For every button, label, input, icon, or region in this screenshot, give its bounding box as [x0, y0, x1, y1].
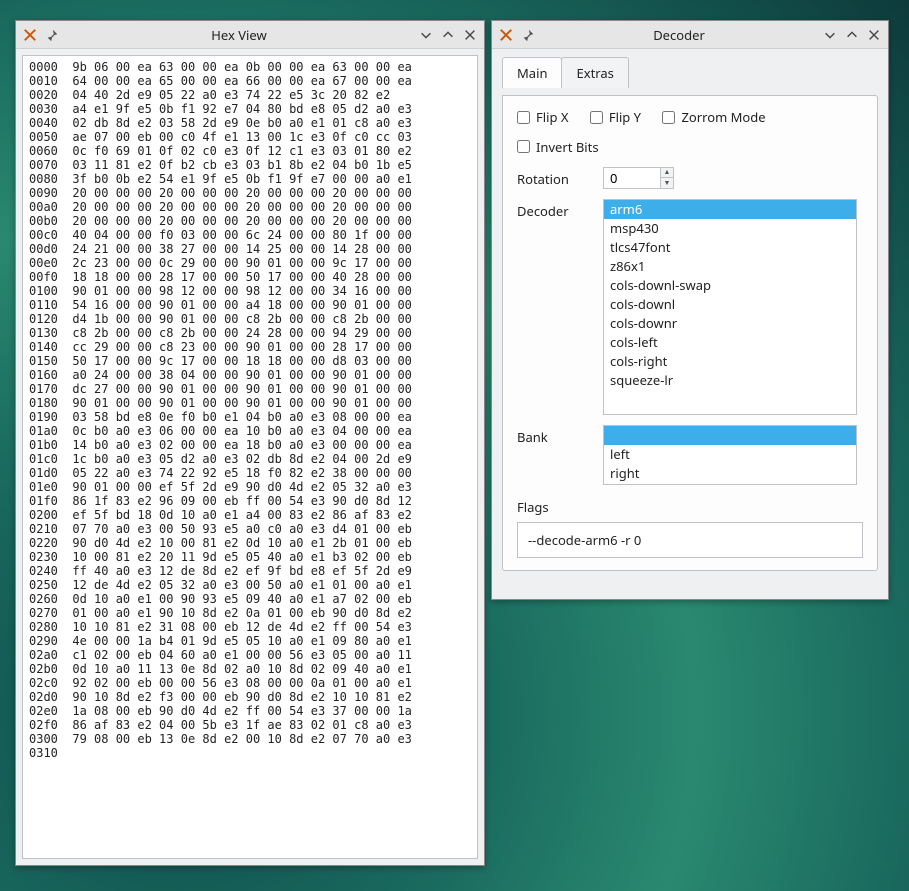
check-invert-box[interactable]: [517, 140, 530, 153]
pin-icon[interactable]: [44, 27, 60, 43]
tab-main[interactable]: Main: [502, 57, 562, 88]
hexview-titlebar[interactable]: Hex View: [16, 21, 484, 49]
rotation-step-down[interactable]: ▼: [661, 178, 673, 188]
decoder-option-z86x1[interactable]: z86x1: [604, 257, 856, 276]
decoder-tabstrip: MainExtras: [502, 57, 878, 88]
flags-output: --decode-arm6 -r 0: [517, 522, 863, 558]
bank-label: Bank: [517, 425, 591, 446]
maximize-icon[interactable]: [440, 27, 456, 43]
minimize-icon[interactable]: [418, 27, 434, 43]
app-icon: [498, 27, 514, 43]
decoder-window: Decoder MainExtras Flip X: [491, 20, 889, 600]
bank-option-right[interactable]: right: [604, 464, 856, 483]
decoder-listbox[interactable]: arm6msp430tlcs47fontz86x1cols-downl-swap…: [603, 199, 857, 415]
check-flip-y[interactable]: Flip Y: [590, 108, 641, 126]
decoder-option-cols-downl-swap[interactable]: cols-downl-swap: [604, 276, 856, 295]
decoder-option-cols-left[interactable]: cols-left: [604, 333, 856, 352]
maximize-icon[interactable]: [844, 27, 860, 43]
decoder-option-msp430[interactable]: msp430: [604, 219, 856, 238]
check-flip-y-label: Flip Y: [609, 108, 641, 126]
hex-content[interactable]: 0000 9b 06 00 ea 63 00 00 ea 0b 00 00 ea…: [22, 55, 478, 859]
check-zorrom-box[interactable]: [662, 111, 675, 124]
decoder-option-squeeze-lr[interactable]: squeeze-lr: [604, 371, 856, 390]
minimize-icon[interactable]: [822, 27, 838, 43]
bank-listbox[interactable]: leftright: [603, 425, 857, 485]
bank-option-left[interactable]: left: [604, 445, 856, 464]
tab-panel-main: Flip X Flip Y Zorrom Mode: [502, 95, 878, 571]
rotation-input[interactable]: [604, 168, 660, 188]
flags-label: Flags: [517, 495, 591, 516]
app-icon: [22, 27, 38, 43]
decoder-label: Decoder: [517, 199, 591, 220]
rotation-step-up[interactable]: ▲: [661, 168, 673, 178]
check-flip-y-box[interactable]: [590, 111, 603, 124]
decoder-option-cols-right[interactable]: cols-right: [604, 352, 856, 371]
decoder-option-arm6[interactable]: arm6: [604, 200, 856, 219]
decoder-title: Decoder: [653, 26, 705, 44]
decoder-option-tlcs47font[interactable]: tlcs47font: [604, 238, 856, 257]
close-icon[interactable]: [462, 27, 478, 43]
check-flip-x-label: Flip X: [536, 108, 568, 126]
check-flip-x-box[interactable]: [517, 111, 530, 124]
close-icon[interactable]: [866, 27, 882, 43]
bank-option-blank[interactable]: [604, 426, 856, 445]
rotation-spinbox[interactable]: ▲ ▼: [603, 167, 674, 189]
check-zorrom-label: Zorrom Mode: [681, 108, 765, 126]
hexview-title: Hex View: [211, 26, 266, 44]
hexview-window: Hex View 0000 9b 06 00 ea 63 00 00 ea 0b…: [15, 20, 485, 866]
rotation-label: Rotation: [517, 167, 591, 188]
pin-icon[interactable]: [520, 27, 536, 43]
check-invert[interactable]: Invert Bits: [517, 138, 599, 156]
check-zorrom[interactable]: Zorrom Mode: [662, 108, 765, 126]
decoder-titlebar[interactable]: Decoder: [492, 21, 888, 49]
decoder-option-cols-downr[interactable]: cols-downr: [604, 314, 856, 333]
check-invert-label: Invert Bits: [536, 138, 599, 156]
decoder-option-cols-downl[interactable]: cols-downl: [604, 295, 856, 314]
check-flip-x[interactable]: Flip X: [517, 108, 568, 126]
tab-extras[interactable]: Extras: [561, 57, 628, 88]
